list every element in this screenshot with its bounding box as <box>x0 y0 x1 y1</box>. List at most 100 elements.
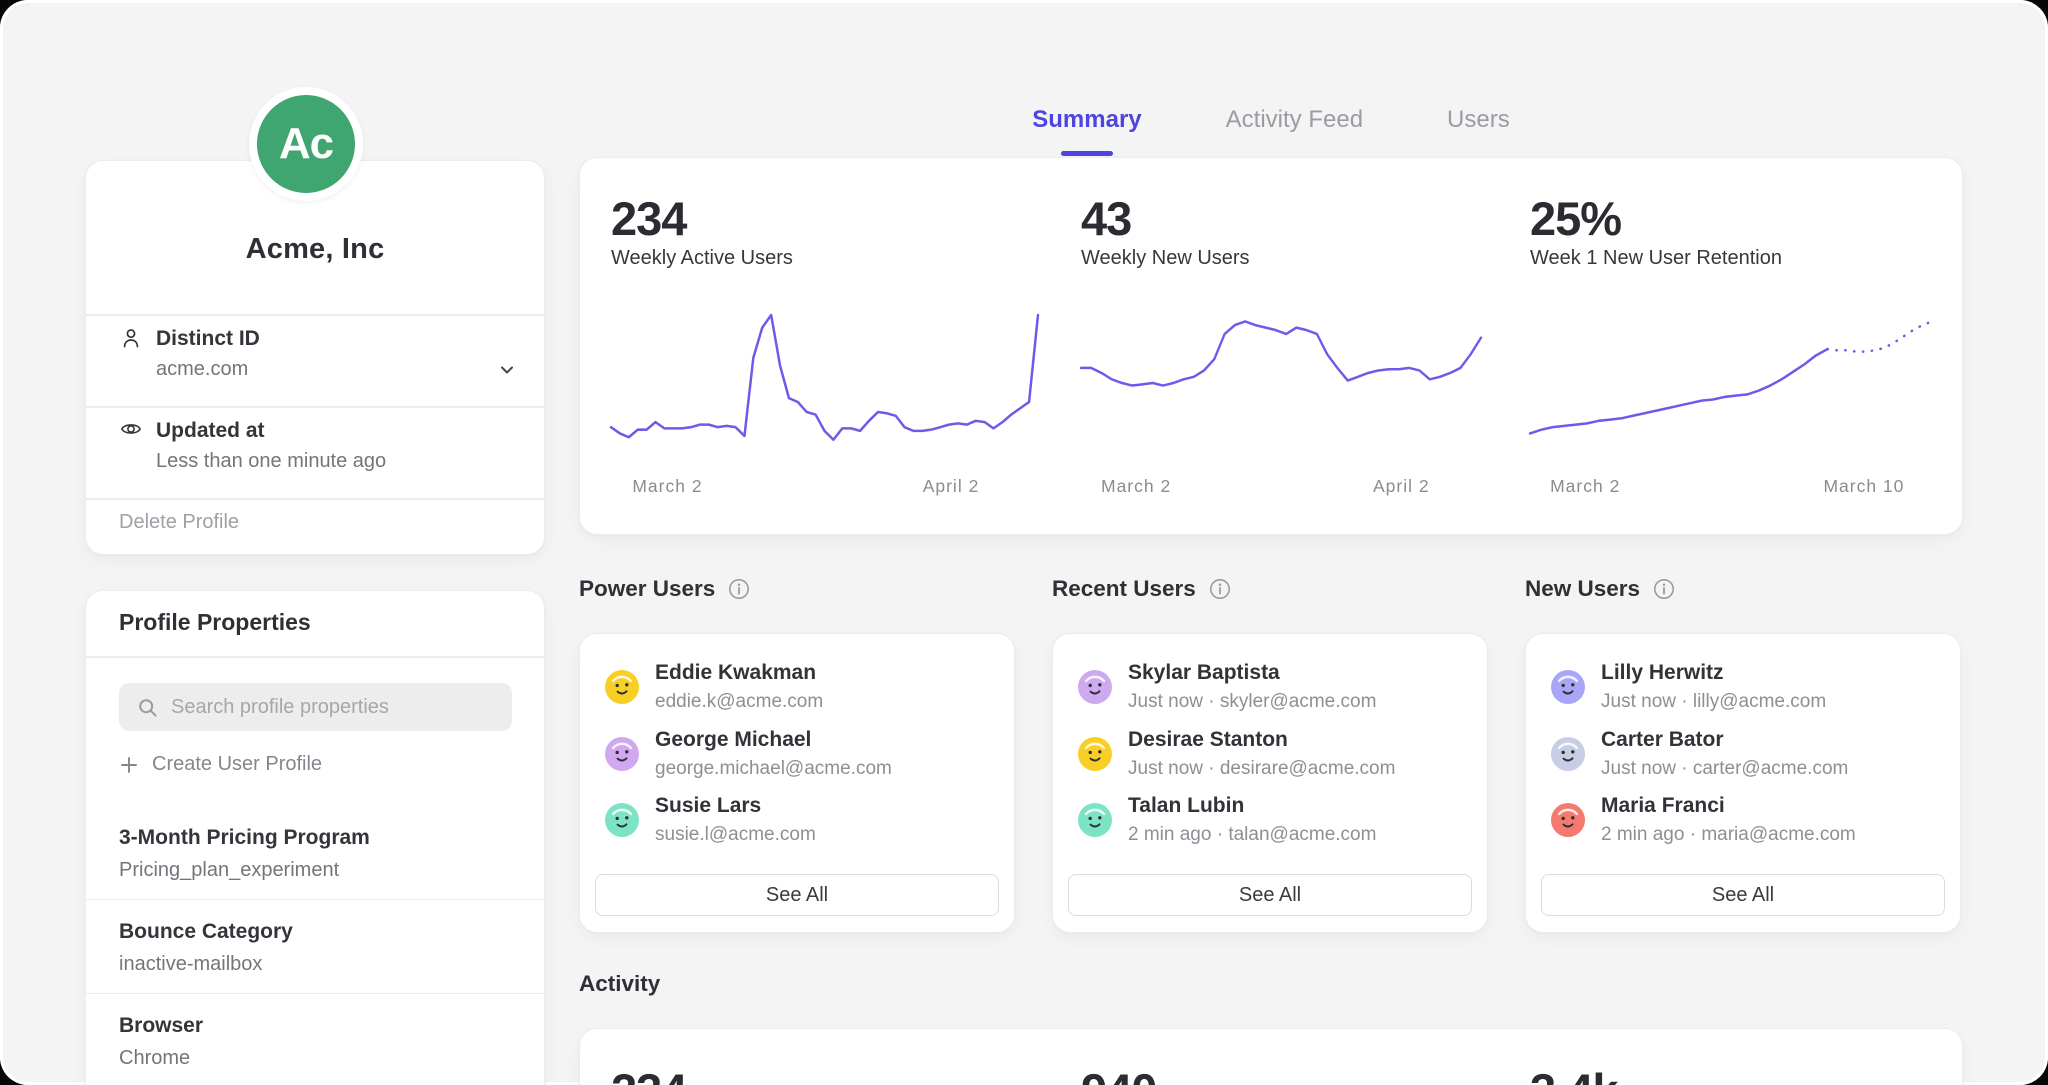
section-new-users: New UsersLilly HerwitzJust now · lilly@a… <box>1525 573 1961 605</box>
profile-properties-title: Profile Properties <box>119 609 311 636</box>
user-text: Susie Larssusie.l@acme.com <box>655 794 816 846</box>
user-meta: 2 min ago · talan@acme.com <box>1128 824 1376 846</box>
user-row[interactable]: Lilly HerwitzJust now · lilly@acme.com <box>1551 658 1935 716</box>
property-row-bounce-category[interactable]: Bounce Categoryinactive-mailbox <box>86 900 544 994</box>
distinct-id-label: Distinct ID <box>156 327 260 351</box>
user-name: Talan Lubin <box>1128 794 1376 818</box>
tab-summary[interactable]: Summary <box>1032 106 1141 156</box>
sparkline-chart <box>611 310 1038 446</box>
delete-profile-link[interactable]: Delete Profile <box>119 511 239 534</box>
see-all-button[interactable]: See All <box>1068 874 1472 916</box>
create-user-profile-button[interactable]: Create User Profile <box>119 753 322 776</box>
activity-section-title: Activity <box>579 971 660 997</box>
see-all-button[interactable]: See All <box>1541 874 1945 916</box>
updated-at-value: Less than one minute ago <box>156 450 386 473</box>
user-avatar <box>1551 670 1585 704</box>
user-row[interactable]: George Michaelgeorge.michael@acme.com <box>605 725 989 783</box>
user-row[interactable]: Susie Larssusie.l@acme.com <box>605 791 989 849</box>
profile-properties-card: Profile Properties Create User Profile 3… <box>85 590 545 1085</box>
user-avatar <box>605 737 639 771</box>
person-icon <box>119 326 143 350</box>
user-row[interactable]: Skylar BaptistaJust now · skyler@acme.co… <box>1078 658 1462 716</box>
property-name: 3-Month Pricing Program <box>119 826 511 850</box>
company-avatar-initials: Ac <box>279 119 333 169</box>
chevron-down-icon[interactable] <box>496 359 518 381</box>
updated-at-label: Updated at <box>156 419 265 443</box>
user-avatar <box>1551 803 1585 837</box>
user-meta: 2 min ago · maria@acme.com <box>1601 824 1856 846</box>
tab-activity-feed[interactable]: Activity Feed <box>1226 106 1363 156</box>
user-sections: Power UsersEddie Kwakmaneddie.k@acme.com… <box>579 573 1963 935</box>
stat-value: 25% <box>1530 191 1621 246</box>
user-meta: susie.l@acme.com <box>655 824 816 846</box>
info-icon <box>728 578 750 600</box>
company-avatar: Ac <box>249 87 363 201</box>
user-avatar <box>1078 670 1112 704</box>
distinct-id-value: acme.com <box>156 358 248 381</box>
user-row[interactable]: Carter Bator Just now · carter@acme.com <box>1551 725 1935 783</box>
user-meta: eddie.k@acme.com <box>655 691 823 713</box>
doodle-face-icon <box>1551 670 1585 704</box>
user-name: Maria Franci <box>1601 794 1856 818</box>
divider <box>86 498 544 500</box>
doodle-face-icon <box>605 670 639 704</box>
doodle-face-icon <box>1551 803 1585 837</box>
search-input[interactable] <box>119 683 512 731</box>
app-frame: Ac Acme, Inc Distinct ID acme.com Update… <box>0 0 2048 1085</box>
user-name: Eddie Kwakman <box>655 661 823 685</box>
info-icon <box>1653 578 1675 600</box>
info-icon-button[interactable] <box>728 578 750 600</box>
doodle-face-icon <box>1551 737 1585 771</box>
profile-properties-search <box>119 683 512 731</box>
user-meta: george.michael@acme.com <box>655 758 892 780</box>
property-row-3-month-pricing-program[interactable]: 3-Month Pricing Program Pricing_plan_expe… <box>86 806 544 900</box>
section-title: New Users <box>1525 576 1640 602</box>
divider <box>86 406 544 408</box>
axis-labels: March 2April 2 <box>611 476 1038 500</box>
property-name: Bounce Category <box>119 920 511 944</box>
axis-label-end: March 10 <box>1823 476 1904 497</box>
axis-labels: March 2 April 2 <box>1081 476 1481 500</box>
user-name: Carter Bator <box>1601 728 1848 752</box>
tab-users[interactable]: Users <box>1447 106 1510 156</box>
property-value: Pricing_plan_experiment <box>119 859 511 882</box>
info-icon-button[interactable] <box>1209 578 1231 600</box>
axis-label-start: March 2 <box>1550 476 1620 497</box>
axis-label-start: March 2 <box>1101 476 1171 497</box>
divider <box>86 314 544 316</box>
sparkline-chart <box>1530 310 1932 446</box>
doodle-face-icon <box>1078 670 1112 704</box>
create-user-profile-label: Create User Profile <box>152 753 322 776</box>
user-avatar <box>605 670 639 704</box>
axis-label-end: April 2 <box>1373 476 1430 497</box>
profile-tabs: Summary Activity Feed Users <box>579 106 1963 164</box>
section-header: New Users <box>1525 573 1961 605</box>
stat-label: Weekly Active Users <box>611 247 793 270</box>
user-row[interactable]: Desirae StantonJust now · desirare@acme.… <box>1078 725 1462 783</box>
user-text: Skylar BaptistaJust now · skyler@acme.co… <box>1128 661 1376 713</box>
see-all-button[interactable]: See All <box>595 874 999 916</box>
stat-value: 43 <box>1081 191 1131 246</box>
user-row[interactable]: Talan Lubin 2 min ago · talan@acme.com <box>1078 791 1462 849</box>
company-name: Acme, Inc <box>86 233 544 266</box>
user-row[interactable]: Maria Franci 2 min ago · maria@acme.com <box>1551 791 1935 849</box>
user-text: Talan Lubin 2 min ago · talan@acme.com <box>1128 794 1376 846</box>
activity-stat: 3.4k <box>1530 1063 1617 1085</box>
user-avatar <box>605 803 639 837</box>
user-avatar <box>1078 803 1112 837</box>
user-meta: Just now · carter@acme.com <box>1601 758 1848 780</box>
user-text: Carter Bator Just now · carter@acme.com <box>1601 728 1848 780</box>
profile-properties-list: 3-Month Pricing Program Pricing_plan_expe… <box>86 806 544 1085</box>
user-text: Eddie Kwakman eddie.k@acme.com <box>655 661 823 713</box>
summary-stats-card: 234Weekly Active Users March 2April 2 43 We… <box>579 157 1963 535</box>
activity-stat: 940 <box>1081 1063 1156 1085</box>
stat-column-weekly-active-users: 234Weekly Active Users March 2April 2 <box>611 158 1038 534</box>
user-row[interactable]: Eddie Kwakman eddie.k@acme.com <box>605 658 989 716</box>
stat-value: 234 <box>611 191 686 246</box>
axis-label-start: March 2 <box>632 476 702 497</box>
info-icon-button[interactable] <box>1653 578 1675 600</box>
user-text: Desirae StantonJust now · desirare@acme.… <box>1128 728 1395 780</box>
property-row-browser[interactable]: BrowserChrome <box>86 994 544 1085</box>
divider <box>86 656 544 658</box>
section-power-users: Power UsersEddie Kwakmaneddie.k@acme.com… <box>579 573 1015 605</box>
